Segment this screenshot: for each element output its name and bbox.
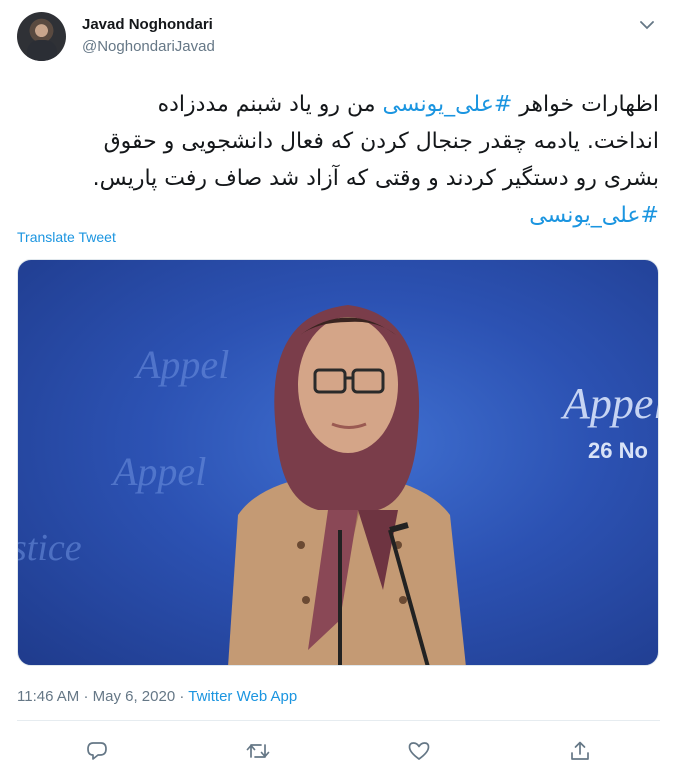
author-handle[interactable]: @NoghondariJavad: [82, 38, 215, 55]
meta-separator: ·: [83, 688, 89, 705]
heart-icon: [408, 742, 430, 760]
backdrop-text: 26 No: [588, 438, 648, 463]
tweet-line: اظهارات خواهر #علی_یونسی من رو یاد شبنم …: [17, 86, 659, 123]
more-options-button[interactable]: [636, 14, 658, 36]
backdrop-text: Appel: [560, 379, 659, 428]
divider: [17, 720, 660, 721]
tweet-text-segment: انداخت. یادمه چقدر جنجال کردن که فعال دا…: [103, 129, 659, 154]
reply-icon: [87, 742, 108, 760]
tweet-text-segment: بشری رو دستگیر کردند و وقتی که آزاد شد ص…: [92, 166, 659, 191]
photo-woman-speaking-at-podium: Appel Appel stice Appel 26 No: [18, 305, 659, 665]
backdrop-text: stice: [18, 527, 82, 569]
retweet-button[interactable]: [243, 736, 273, 766]
tweet-line: بشری رو دستگیر کردند و وقتی که آزاد شد ص…: [17, 160, 659, 197]
translate-tweet-link[interactable]: Translate Tweet: [17, 229, 116, 245]
tweet-time[interactable]: 11:46 AM: [17, 688, 79, 705]
hashtag-link[interactable]: #علی_یونسی: [383, 92, 513, 117]
retweet-icon: [246, 744, 270, 758]
tweet-text-segment: اظهارات خواهر: [512, 92, 659, 117]
tweet-date[interactable]: May 6, 2020: [93, 688, 176, 705]
tweet-actions: [17, 736, 660, 766]
share-button[interactable]: [565, 736, 595, 766]
tweet-metadata: 11:46 AM · May 6, 2020 · Twitter Web App: [17, 688, 297, 705]
tweet-text: اظهارات خواهر #علی_یونسی من رو یاد شبنم …: [17, 86, 659, 234]
hashtag-link[interactable]: #علی_یونسی: [529, 203, 659, 228]
like-button[interactable]: [404, 736, 434, 766]
tweet-text-segment: من رو یاد شبنم مددزاده: [157, 92, 383, 117]
tweet-line: انداخت. یادمه چقدر جنجال کردن که فعال دا…: [17, 123, 659, 160]
reply-button[interactable]: [82, 736, 112, 766]
author-name[interactable]: Javad Noghondari: [82, 16, 213, 33]
chevron-down-icon: [640, 20, 654, 29]
author-avatar[interactable]: [17, 12, 66, 61]
tweet-photo[interactable]: Appel Appel stice Appel 26 No: [17, 259, 659, 666]
backdrop-text: Appel: [133, 342, 229, 387]
backdrop-text: Appel: [110, 449, 206, 494]
share-icon: [570, 741, 589, 760]
meta-separator: ·: [179, 688, 185, 705]
tweet-source-link[interactable]: Twitter Web App: [188, 688, 297, 705]
